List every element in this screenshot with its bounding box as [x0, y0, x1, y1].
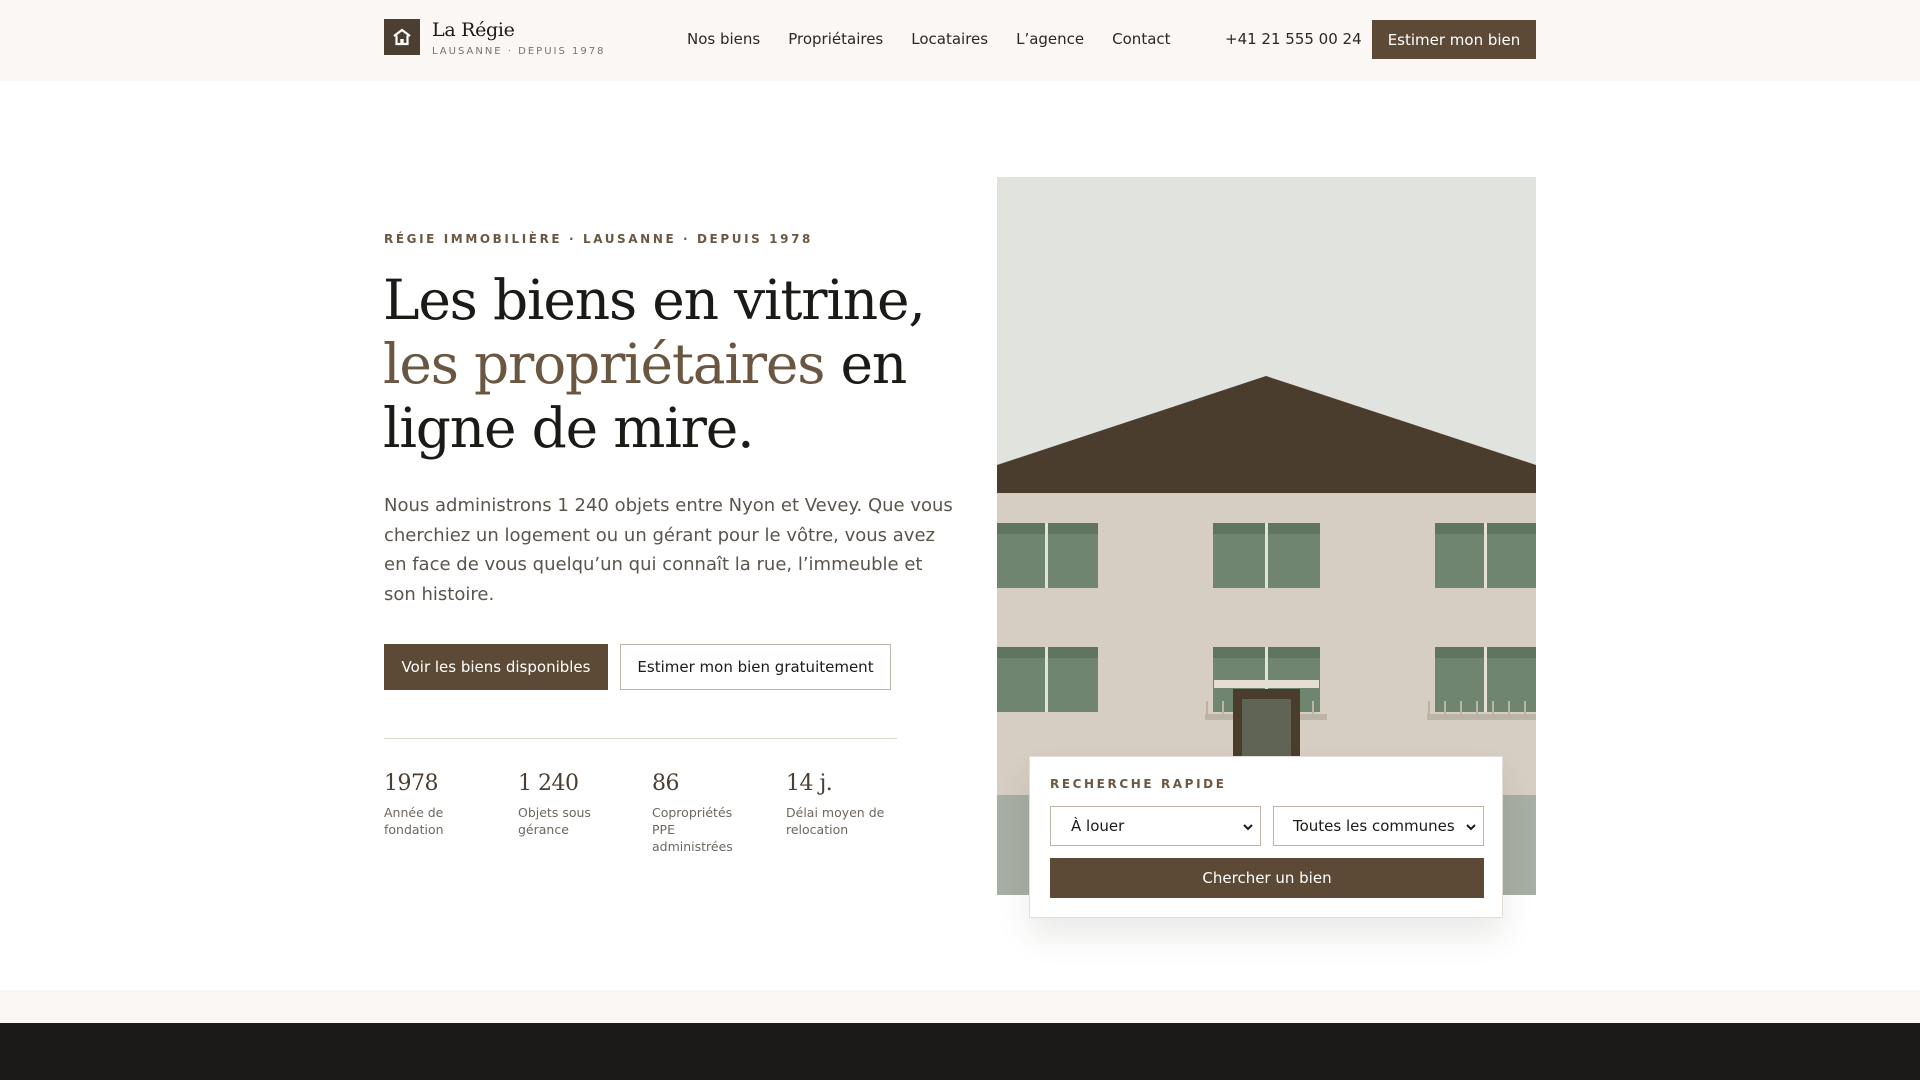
nav-item-locataires[interactable]: Locataires — [911, 30, 988, 48]
search-button[interactable]: Chercher un bien — [1050, 858, 1484, 898]
hero-lead: Nous administrons 1 240 objets entre Nyo… — [384, 495, 953, 605]
quick-search-title: RECHERCHE RAPIDE — [1050, 777, 1227, 791]
headline-accent: les propriétaires — [383, 332, 825, 396]
site-header: La Régie LAUSANNE · DEPUIS 1978 Nos bien… — [0, 0, 1920, 81]
section-divider-band — [0, 990, 1920, 1023]
main-nav: Nos biens Propriétaires Locataires L’age… — [687, 30, 1199, 48]
footer-band — [0, 1023, 1920, 1080]
see-properties-button[interactable]: Voir les biens disponibles — [384, 644, 608, 690]
stat-value: 1978 — [384, 771, 439, 796]
stat-label: Copropriétés PPE administrées — [652, 805, 733, 854]
nav-item-proprietaires[interactable]: Propriétaires — [788, 30, 883, 48]
phone-link[interactable]: +41 21 555 00 24 — [1225, 30, 1362, 48]
house-icon — [393, 28, 411, 46]
stats-row: 1978 Année de fondation 1 240 Objets sou… — [384, 771, 920, 855]
stat-label: Année de fondation — [384, 805, 444, 837]
stat-value: 86 — [652, 771, 680, 796]
stat-label: Objets sous gérance — [518, 805, 591, 837]
stat-item: 1 240 Objets sous gérance — [518, 771, 652, 855]
nav-item-contact[interactable]: Contact — [1112, 30, 1170, 48]
stat-value: 14 j. — [786, 771, 833, 796]
stat-item: 1978 Année de fondation — [384, 771, 518, 855]
estimate-button[interactable]: Estimer mon bien — [1372, 20, 1536, 59]
type-select[interactable]: À louer — [1050, 806, 1261, 846]
stat-item: 86 Copropriétés PPE administrées — [652, 771, 786, 855]
quick-search-card: RECHERCHE RAPIDE À louer Toutes les comm… — [1029, 756, 1503, 918]
stat-value: 1 240 — [518, 771, 579, 796]
hero-headline: Les biens en vitrine, les propriétaires … — [383, 268, 943, 460]
stat-item: 14 j. Délai moyen de relocation — [786, 771, 920, 855]
chevron-down-icon — [1466, 824, 1476, 831]
nav-item-nos-biens[interactable]: Nos biens — [687, 30, 760, 48]
type-select-value: À louer — [1071, 817, 1125, 835]
stat-label: Délai moyen de relocation — [786, 805, 885, 837]
nav-item-agence[interactable]: L’agence — [1016, 30, 1084, 48]
headline-line-3: ligne de mire. — [383, 396, 755, 460]
logo-mark[interactable] — [384, 19, 420, 55]
headline-line-2: en — [824, 332, 908, 396]
brand-name[interactable]: La Régie — [432, 19, 515, 41]
commune-select-value: Toutes les communes — [1293, 817, 1455, 835]
stats-divider — [384, 738, 897, 739]
hero-eyebrow: RÉGIE IMMOBILIÈRE · LAUSANNE · DEPUIS 19… — [384, 232, 813, 246]
commune-select[interactable]: Toutes les communes — [1273, 806, 1484, 846]
chevron-down-icon — [1243, 824, 1253, 831]
headline-line-1: Les biens en vitrine, — [383, 268, 926, 332]
brand-tagline: LAUSANNE · DEPUIS 1978 — [432, 46, 606, 57]
free-estimate-button[interactable]: Estimer mon bien gratuitement — [620, 644, 891, 690]
